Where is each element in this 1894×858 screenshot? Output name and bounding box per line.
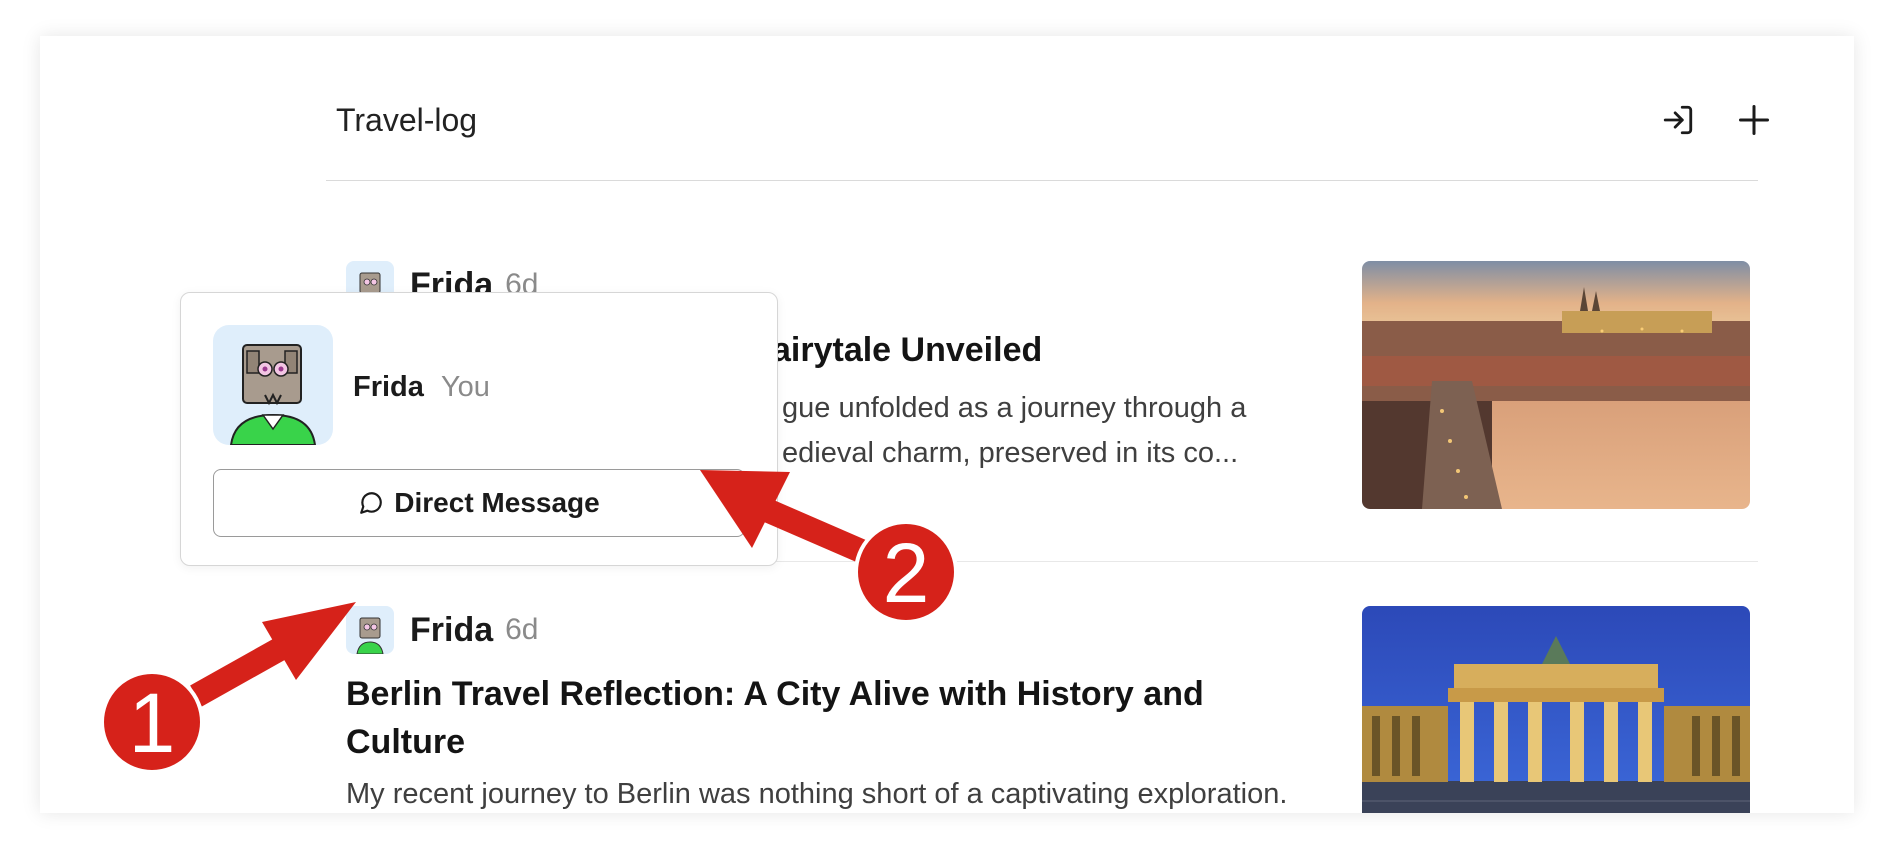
- step-marker-2-label: 2: [883, 526, 930, 620]
- arrow-2: [700, 470, 873, 566]
- step-marker-1-label: 1: [129, 676, 176, 770]
- step-marker-2: 2: [854, 520, 958, 624]
- arrow-1: [190, 602, 356, 707]
- step-marker-1: 1: [100, 670, 204, 774]
- annotation-overlay: 1 2: [100, 470, 958, 774]
